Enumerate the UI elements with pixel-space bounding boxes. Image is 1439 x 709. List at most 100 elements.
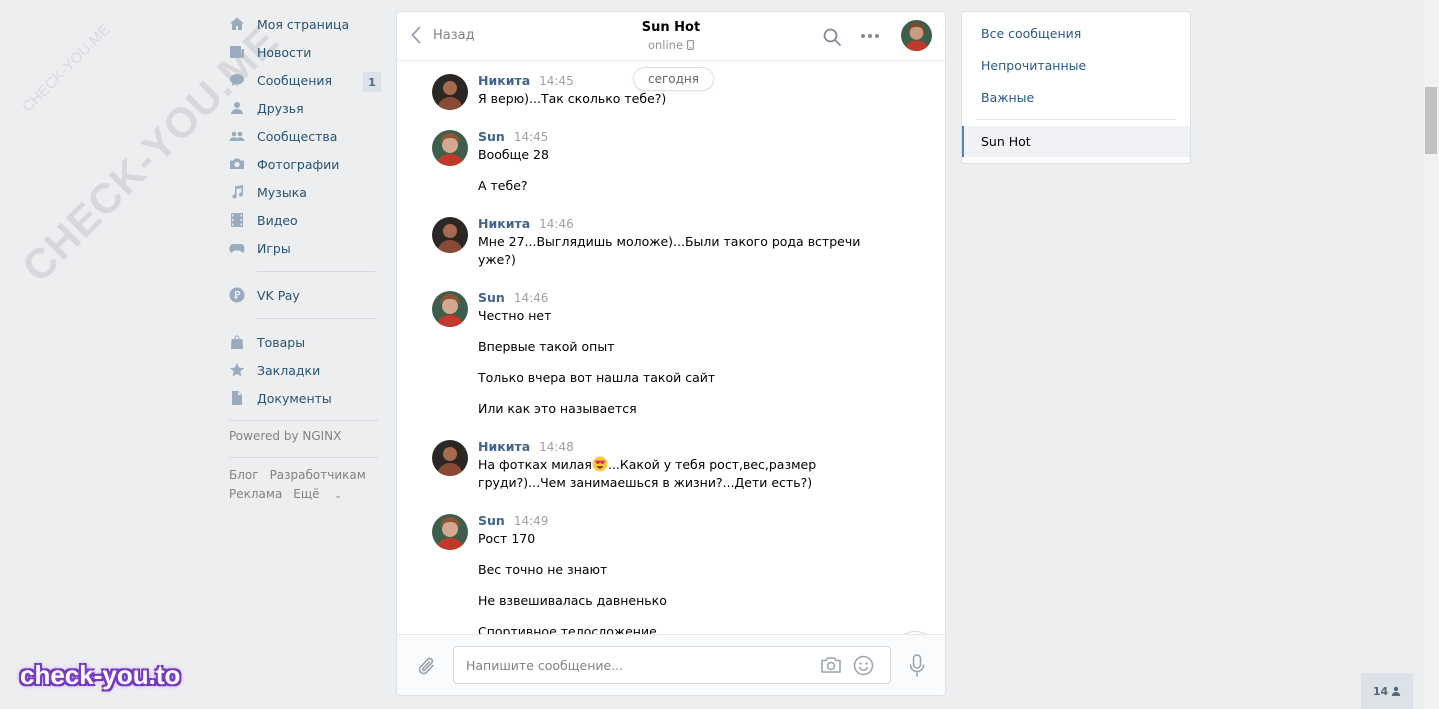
footer-blog-link[interactable]: Блог [229,468,259,482]
nav-photos[interactable]: Фотографии [229,150,381,178]
footer-more-label: Ещё [293,487,320,501]
filter-active-chat[interactable]: Sun Hot [962,126,1190,157]
nav-video[interactable]: Видео [229,206,381,234]
message-author: Sun 14:49 [478,513,548,528]
author-name[interactable]: Никита [478,73,530,88]
video-icon [229,212,245,228]
microphone-icon[interactable] [909,654,925,678]
author-name[interactable]: Sun [478,290,505,305]
author-avatar[interactable] [432,291,468,327]
message-text: Или как это называется [478,401,637,416]
nav-divider [229,457,378,458]
author-avatar[interactable] [432,217,468,253]
camera-icon[interactable] [820,656,842,674]
nav-divider [229,420,378,421]
powered-by: Powered by NGINX [229,429,342,443]
camera-icon [229,156,245,172]
message-author: Sun 14:45 [478,129,548,144]
message-filters: Все сообщения Непрочитанные Важные Sun H… [961,11,1191,164]
author-avatar[interactable] [432,74,468,110]
mobile-icon [687,40,694,50]
filter-divider [976,119,1176,120]
message-text: Мне 27...Выглядишь моложе)...Были такого… [478,234,861,249]
nav-news[interactable]: Новости [229,38,381,66]
nav-label: Сообщества [257,128,338,144]
nav-label: Игры [257,240,291,256]
message-time: 14:45 [513,130,549,144]
paperclip-icon[interactable] [417,655,437,677]
date-separator: сегодня [633,67,714,91]
message-author: Никита 14:48 [478,439,574,454]
message-text-part: ...Какой у тебя рост,вес,размер [607,457,817,472]
peer-status-text: online [647,38,684,52]
news-icon [229,44,245,60]
nav-label: Друзья [257,100,304,116]
message-author: Никита 14:45 [478,73,574,88]
page-scrollbar[interactable] [1423,0,1439,709]
bag-icon [229,334,245,350]
chat-header: Назад Sun Hot online [397,12,945,61]
nav-label: Новости [257,44,312,60]
author-avatar[interactable] [432,514,468,550]
search-icon[interactable] [822,27,842,47]
side-navigation: Моя страница Новости Сообщения 1 Друзья … [229,10,381,506]
nav-label: Сообщения [257,72,333,88]
message-time: 14:46 [539,217,574,231]
watermark-small: CHECK-YOU.ME [19,21,114,116]
message-input[interactable] [466,647,806,683]
message-text: Не взвешивалась давненько [478,593,667,608]
emoji-icon[interactable] [853,655,874,676]
author-name[interactable]: Sun [478,129,505,144]
footer-more-link[interactable]: Ещё ⌄ [293,487,353,501]
message-history: сегодня Никита 14:45 Я верю)...Так скольк… [397,61,945,634]
nav-music[interactable]: Музыка [229,178,381,206]
message-time: 14:46 [513,291,549,305]
nav-label: Музыка [257,184,307,200]
nav-goods[interactable]: Товары [229,328,381,356]
nav-games[interactable]: Игры [229,234,381,262]
filter-unread[interactable]: Непрочитанные [962,49,1190,81]
heart-eyes-emoji-icon [592,456,608,472]
author-name[interactable]: Никита [478,439,530,454]
chevron-down-icon: ⌄ [334,491,342,501]
nav-label: Фотографии [257,156,340,172]
footer-developers-link[interactable]: Разработчикам [270,468,366,482]
nav-messages[interactable]: Сообщения 1 [229,66,381,94]
friends-icon [229,100,245,116]
message-author: Sun 14:46 [478,290,548,305]
footer-ads-link[interactable]: Реклама [229,487,282,501]
nav-documents[interactable]: Документы [229,384,381,412]
person-icon [1391,686,1401,696]
more-icon[interactable] [860,33,880,39]
nav-divider [257,318,375,319]
nav-vkpay[interactable]: VK Pay [229,281,381,309]
author-avatar[interactable] [432,440,468,476]
message-time: 14:45 [539,74,574,88]
message-text: Впервые такой опыт [478,339,615,354]
author-name[interactable]: Sun [478,513,505,528]
message-composer [397,634,945,695]
message-author: Никита 14:46 [478,216,574,231]
message-text: Я верю)...Так сколько тебе?) [478,91,667,106]
message-text: Только вчера вот нашла такой сайт [478,370,716,385]
nav-my-page[interactable]: Моя страница [229,10,381,38]
filter-important[interactable]: Важные [962,81,1190,113]
nav-divider [257,271,375,272]
chat-window: Назад Sun Hot online сегодня Никита 14:45 [396,11,946,696]
message-text: А тебе? [478,178,528,193]
scrollbar-thumb[interactable] [1425,87,1437,154]
watermark-brand: check-you.to [20,660,181,690]
peer-avatar[interactable] [901,20,932,51]
nav-friends[interactable]: Друзья [229,94,381,122]
messages-count-badge: 1 [363,72,381,92]
nav-groups[interactable]: Сообщества [229,122,381,150]
message-text-part: На фотках милая [478,457,592,472]
nav-bookmarks[interactable]: Закладки [229,356,381,384]
filter-all-messages[interactable]: Все сообщения [962,17,1190,49]
author-name[interactable]: Никита [478,216,530,231]
message-text: Рост 170 [478,531,536,546]
message-text: Честно нет [478,308,552,323]
author-avatar[interactable] [432,130,468,166]
online-friends-button[interactable]: 14 [1361,673,1413,709]
messages-icon [229,72,245,88]
